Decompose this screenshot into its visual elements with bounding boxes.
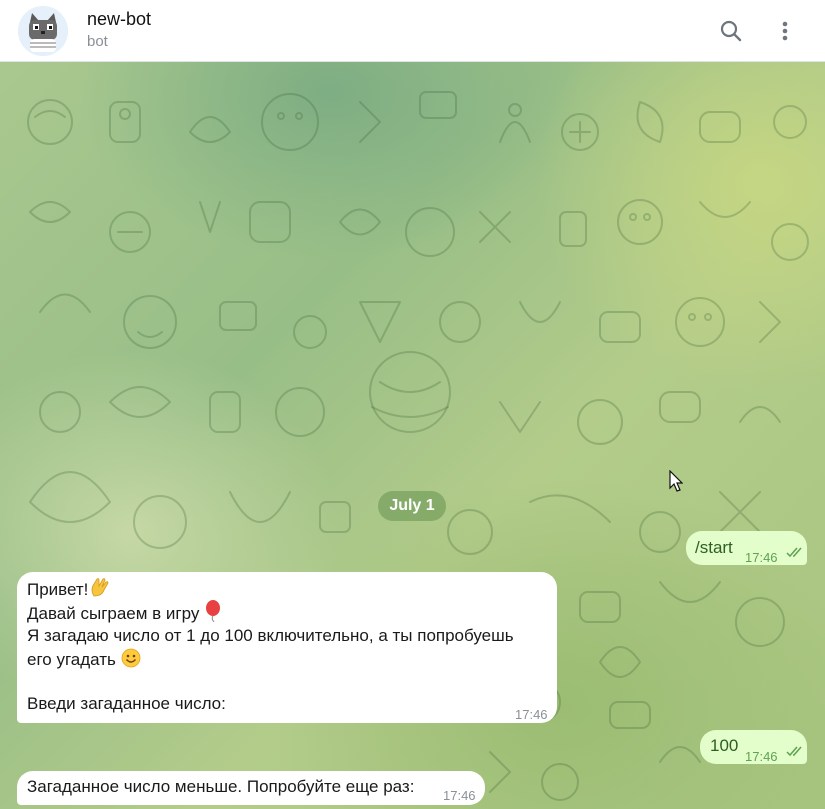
message-time: 17:46 (745, 550, 778, 565)
message-line: Привет! (27, 576, 110, 602)
message-time: 17:46 (745, 749, 778, 764)
balloon-icon (206, 600, 221, 622)
waving-hand-icon (92, 578, 109, 597)
outgoing-message[interactable]: /start 17:46 (686, 531, 807, 565)
message-line: Я загадаю число от 1 до 100 включительно… (27, 626, 514, 645)
message-time: 17:46 (443, 788, 476, 803)
date-separator: July 1 (378, 491, 446, 521)
incoming-message[interactable]: Загаданное число меньше. Попробуйте еще … (17, 771, 485, 805)
message-text: Загаданное число меньше. Попробуйте еще … (27, 777, 415, 796)
read-checkmarks-icon (786, 746, 802, 757)
message-text: /start (695, 538, 733, 557)
message-line: Введи загаданное число: (27, 694, 226, 713)
message-line: его угадать (27, 648, 141, 672)
chat-header: new-bot bot (0, 0, 825, 62)
message-text: 100 (710, 736, 739, 755)
bot-status: bot (87, 33, 108, 50)
read-checkmarks-icon (786, 547, 802, 558)
bot-avatar[interactable] (18, 6, 68, 56)
mouse-pointer-icon (669, 470, 683, 492)
smiling-face-icon (121, 648, 141, 668)
bot-name[interactable]: new-bot (87, 9, 151, 30)
more-vert-icon (782, 21, 788, 41)
cat-avatar-icon (18, 6, 68, 56)
search-button[interactable] (715, 15, 747, 47)
more-options-button[interactable] (769, 15, 801, 47)
chat-area[interactable]: July 1 /start 17:46 Привет! Давай сыграе… (0, 62, 825, 809)
search-icon (720, 20, 742, 42)
message-time: 17:46 (515, 707, 548, 722)
outgoing-message[interactable]: 100 17:46 (700, 730, 807, 764)
message-line: Давай сыграем в игру (27, 600, 222, 626)
incoming-message[interactable]: Привет! Давай сыграем в игру Я загадаю ч… (17, 572, 557, 723)
